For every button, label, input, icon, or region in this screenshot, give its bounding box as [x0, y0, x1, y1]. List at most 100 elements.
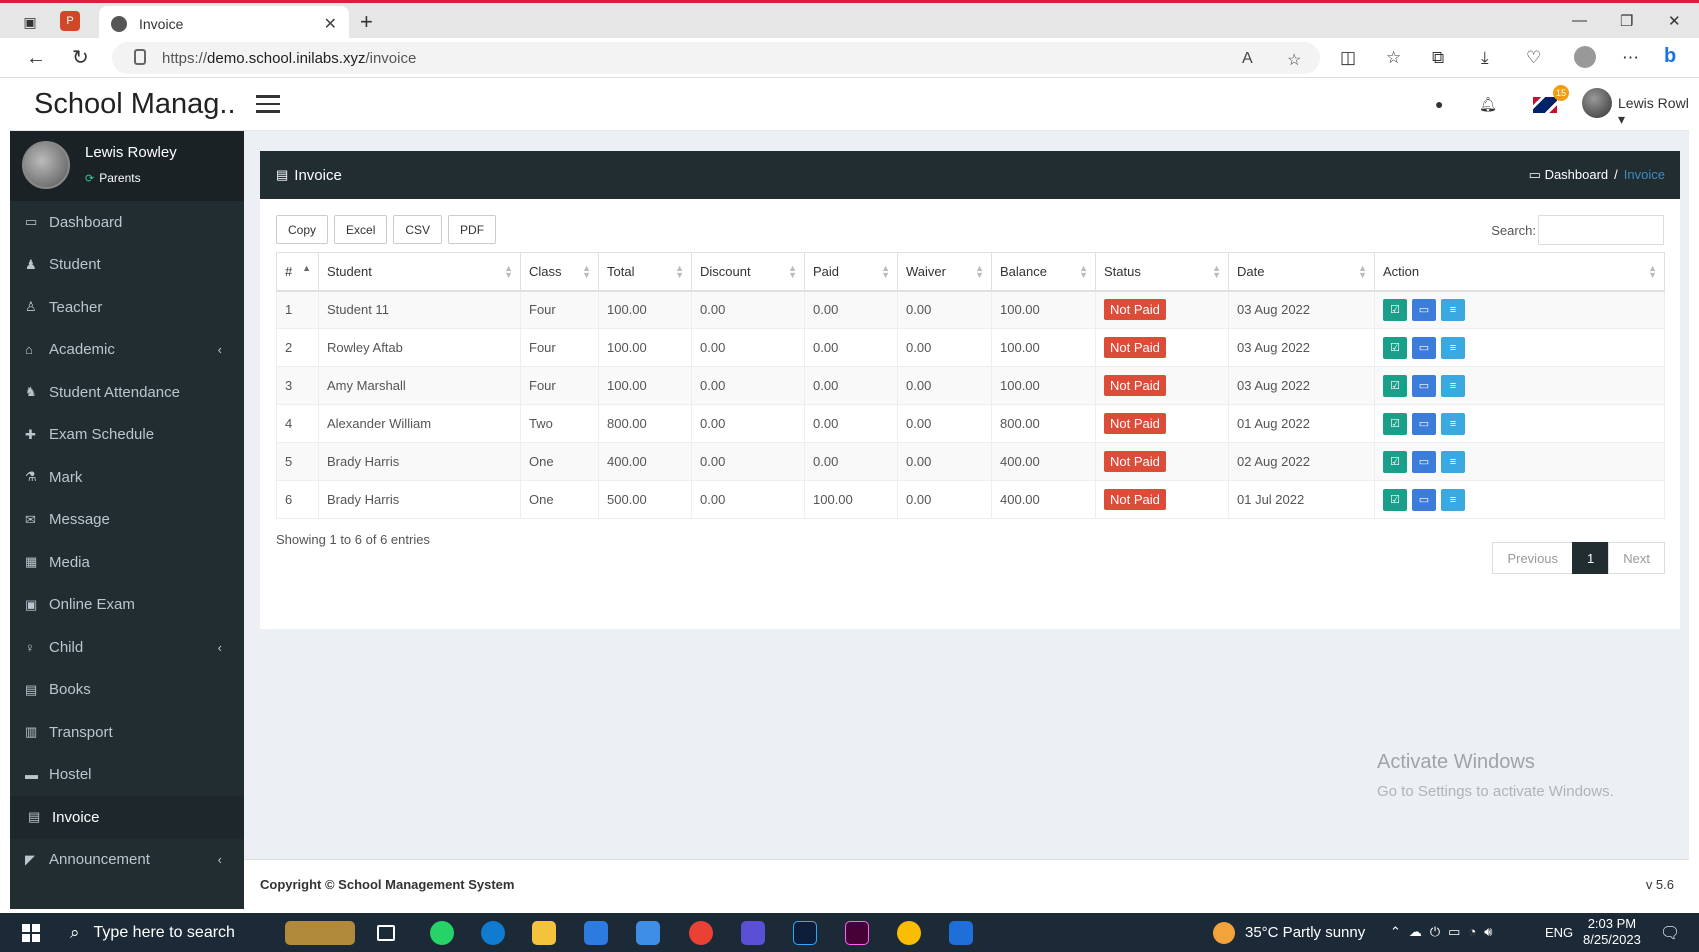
refresh-icon[interactable]: ↻ [72, 47, 89, 69]
sidebar-item-mark[interactable]: ⚗ Mark [10, 456, 244, 499]
more-menu-icon[interactable]: ⋯ [1622, 48, 1639, 68]
list-icon[interactable]: ≡ [1441, 488, 1465, 511]
search-highlight-icon[interactable] [285, 921, 355, 945]
weather-widget[interactable]: 35°C Partly sunny [1213, 913, 1365, 952]
bell-icon[interactable]: 🔔︎ [1479, 96, 1497, 113]
sidebar-item-exam-schedule[interactable]: ✚ Exam Schedule [10, 414, 244, 457]
split-screen-icon[interactable]: ◫ [1340, 48, 1356, 68]
sidebar-item-announcement[interactable]: ◤ Announcement ‹ [10, 839, 244, 882]
read-aloud-icon[interactable]: A [1242, 50, 1253, 68]
list-icon[interactable]: ≡ [1441, 412, 1465, 435]
check-square-icon[interactable]: ☑ [1383, 412, 1407, 435]
sidebar-item-media[interactable]: ▦ Media [10, 541, 244, 584]
column-header-status[interactable]: Status ▲ ▼ [1095, 252, 1229, 292]
windows-start-icon[interactable] [22, 924, 40, 942]
language-indicator[interactable]: ENG [1545, 925, 1573, 940]
check-square-icon[interactable]: ☑ [1383, 374, 1407, 397]
list-icon[interactable]: ≡ [1441, 450, 1465, 473]
check-square-icon[interactable]: ☑ [1383, 488, 1407, 511]
tab-actions-icon[interactable]: ▣ [19, 11, 41, 33]
check-square-icon[interactable]: ☑ [1383, 298, 1407, 321]
sidebar-item-student[interactable]: ♟ Student [10, 244, 244, 287]
system-tray-icons[interactable]: ⌃☁⏻▭◔🔊︎ [1390, 924, 1501, 940]
copy-button[interactable]: Copy [276, 215, 329, 244]
url-field[interactable]: https://demo.school.inilabs.xyz/invoice … [112, 42, 1320, 74]
column-header-action[interactable]: Action ▲ ▼ [1374, 252, 1665, 292]
task-view-icon[interactable] [377, 925, 395, 941]
restore-icon[interactable]: ❐ [1620, 12, 1633, 30]
list-icon[interactable]: ≡ [1441, 374, 1465, 397]
sidebar-item-academic[interactable]: ⌂ Academic ‹ [10, 329, 244, 372]
collections-icon[interactable]: ⧉ [1432, 48, 1444, 68]
payment-card-icon[interactable]: ▭ [1412, 412, 1436, 435]
browser-tab-invoice[interactable]: Invoice ✕ [99, 6, 349, 41]
search-input[interactable] [1538, 215, 1664, 245]
payment-card-icon[interactable]: ▭ [1412, 336, 1436, 359]
menu-toggle-icon[interactable] [256, 95, 280, 113]
new-tab-icon[interactable]: + [360, 11, 373, 33]
list-icon[interactable]: ≡ [1441, 298, 1465, 321]
copilot-icon[interactable] [741, 921, 765, 945]
payment-card-icon[interactable]: ▭ [1412, 450, 1436, 473]
language-flag-icon[interactable] [1533, 97, 1557, 113]
file-explorer-icon[interactable] [532, 921, 556, 945]
back-icon[interactable]: ← [26, 47, 46, 69]
column-header-number[interactable]: # ▲ [276, 252, 319, 292]
sidebar-item-child[interactable]: ♀ Child ‹ [10, 626, 244, 669]
check-square-icon[interactable]: ☑ [1383, 450, 1407, 473]
sidebar-item-invoice[interactable]: ▤ Invoice [10, 796, 244, 839]
next-page-button[interactable]: Next [1608, 542, 1665, 574]
globe-icon[interactable]: ● [1435, 96, 1443, 112]
sidebar-item-hostel[interactable]: ▬ Hostel [10, 754, 244, 797]
column-header-date[interactable]: Date ▲ ▼ [1228, 252, 1375, 292]
csv-button[interactable]: CSV [393, 215, 443, 244]
downloads-icon[interactable]: ⤓ [1481, 48, 1489, 68]
check-square-icon[interactable]: ☑ [1383, 336, 1407, 359]
excel-button[interactable]: Excel [334, 215, 388, 244]
bing-chat-icon[interactable]: b [1664, 45, 1676, 68]
list-icon[interactable]: ≡ [1441, 336, 1465, 359]
photoshop-icon[interactable] [793, 921, 817, 945]
sidebar-item-dashboard[interactable]: ▭ Dashboard [10, 201, 244, 244]
microsoft-store-icon[interactable] [584, 921, 608, 945]
payment-card-icon[interactable]: ▭ [1412, 298, 1436, 321]
powerpoint-tab-icon[interactable]: P [60, 11, 80, 31]
brand-logo-text[interactable]: School Manag.. [34, 88, 236, 121]
breadcrumb-dashboard[interactable]: Dashboard [1545, 167, 1609, 182]
edge-icon[interactable] [481, 921, 505, 945]
chrome-icon[interactable] [897, 921, 921, 945]
column-header-balance[interactable]: Balance ▲ ▼ [991, 252, 1096, 292]
header-user-menu[interactable]: Lewis Rowl ▾ [1618, 95, 1689, 128]
close-tab-icon[interactable]: ✕ [324, 14, 337, 34]
favorite-star-icon[interactable]: ☆ [1287, 50, 1301, 70]
minimize-icon[interactable]: — [1572, 12, 1587, 29]
notification-center-icon[interactable]: 🗨︎ [1660, 923, 1680, 943]
header-avatar[interactable] [1582, 88, 1612, 118]
favorites-icon[interactable]: ☆ [1386, 48, 1401, 68]
pdf-button[interactable]: PDF [448, 215, 497, 244]
sidebar-item-transport[interactable]: ▥ Transport [10, 711, 244, 754]
sidebar-item-student-attendance[interactable]: ♞ Student Attendance [10, 371, 244, 414]
profile-icon[interactable] [1574, 46, 1596, 68]
mail-icon[interactable] [636, 921, 660, 945]
page-1-button[interactable]: 1 [1572, 542, 1610, 574]
chrome-profile-icon[interactable] [689, 921, 713, 945]
payment-card-icon[interactable]: ▭ [1412, 488, 1436, 511]
sidebar-item-online-exam[interactable]: ▣ Online Exam [10, 584, 244, 627]
remote-desktop-icon[interactable] [949, 921, 973, 945]
browser-essentials-icon[interactable]: ♡ [1526, 48, 1541, 68]
sidebar-item-teacher[interactable]: ♙ Teacher [10, 286, 244, 329]
previous-page-button[interactable]: Previous [1492, 542, 1574, 574]
column-header-student[interactable]: Student ▲ ▼ [318, 252, 521, 292]
clock[interactable]: 2:03 PM 8/25/2023 [1583, 916, 1641, 948]
column-header-class[interactable]: Class ▲ ▼ [520, 252, 599, 292]
column-header-waiver[interactable]: Waiver ▲ ▼ [897, 252, 992, 292]
sidebar-item-books[interactable]: ▤ Books [10, 669, 244, 712]
column-header-paid[interactable]: Paid ▲ ▼ [804, 252, 898, 292]
adobe-xd-icon[interactable] [845, 921, 869, 945]
close-window-icon[interactable]: ✕ [1668, 12, 1681, 30]
payment-card-icon[interactable]: ▭ [1412, 374, 1436, 397]
sidebar-item-message[interactable]: ✉ Message [10, 499, 244, 542]
column-header-discount[interactable]: Discount ▲ ▼ [691, 252, 805, 292]
whatsapp-icon[interactable] [430, 921, 454, 945]
